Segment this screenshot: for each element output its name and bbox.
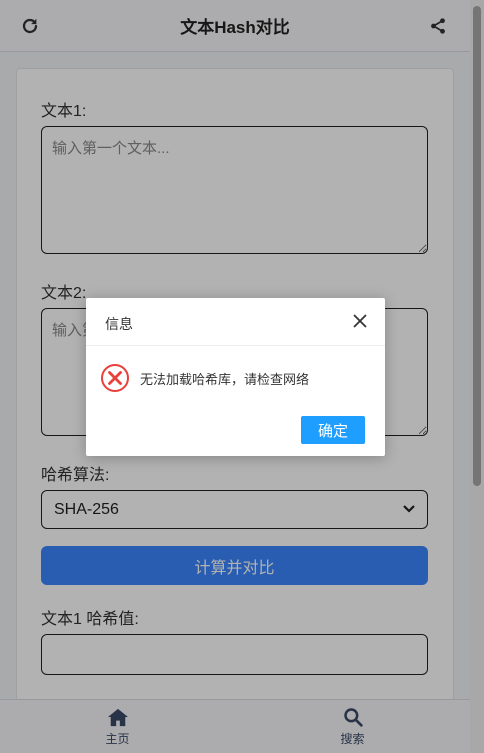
dialog-message: 无法加载哈希库，请检查网络 bbox=[140, 371, 310, 387]
dialog-body: 无法加载哈希库，请检查网络 bbox=[100, 362, 309, 394]
confirm-button[interactable]: 确定 bbox=[301, 416, 365, 444]
dialog-header: 信息 bbox=[86, 298, 385, 346]
dialog-title: 信息 bbox=[105, 316, 133, 332]
close-icon[interactable] bbox=[351, 312, 369, 330]
error-dialog: 信息 无法加载哈希库，请检查网络 确定 bbox=[86, 298, 385, 456]
error-icon bbox=[100, 363, 130, 393]
